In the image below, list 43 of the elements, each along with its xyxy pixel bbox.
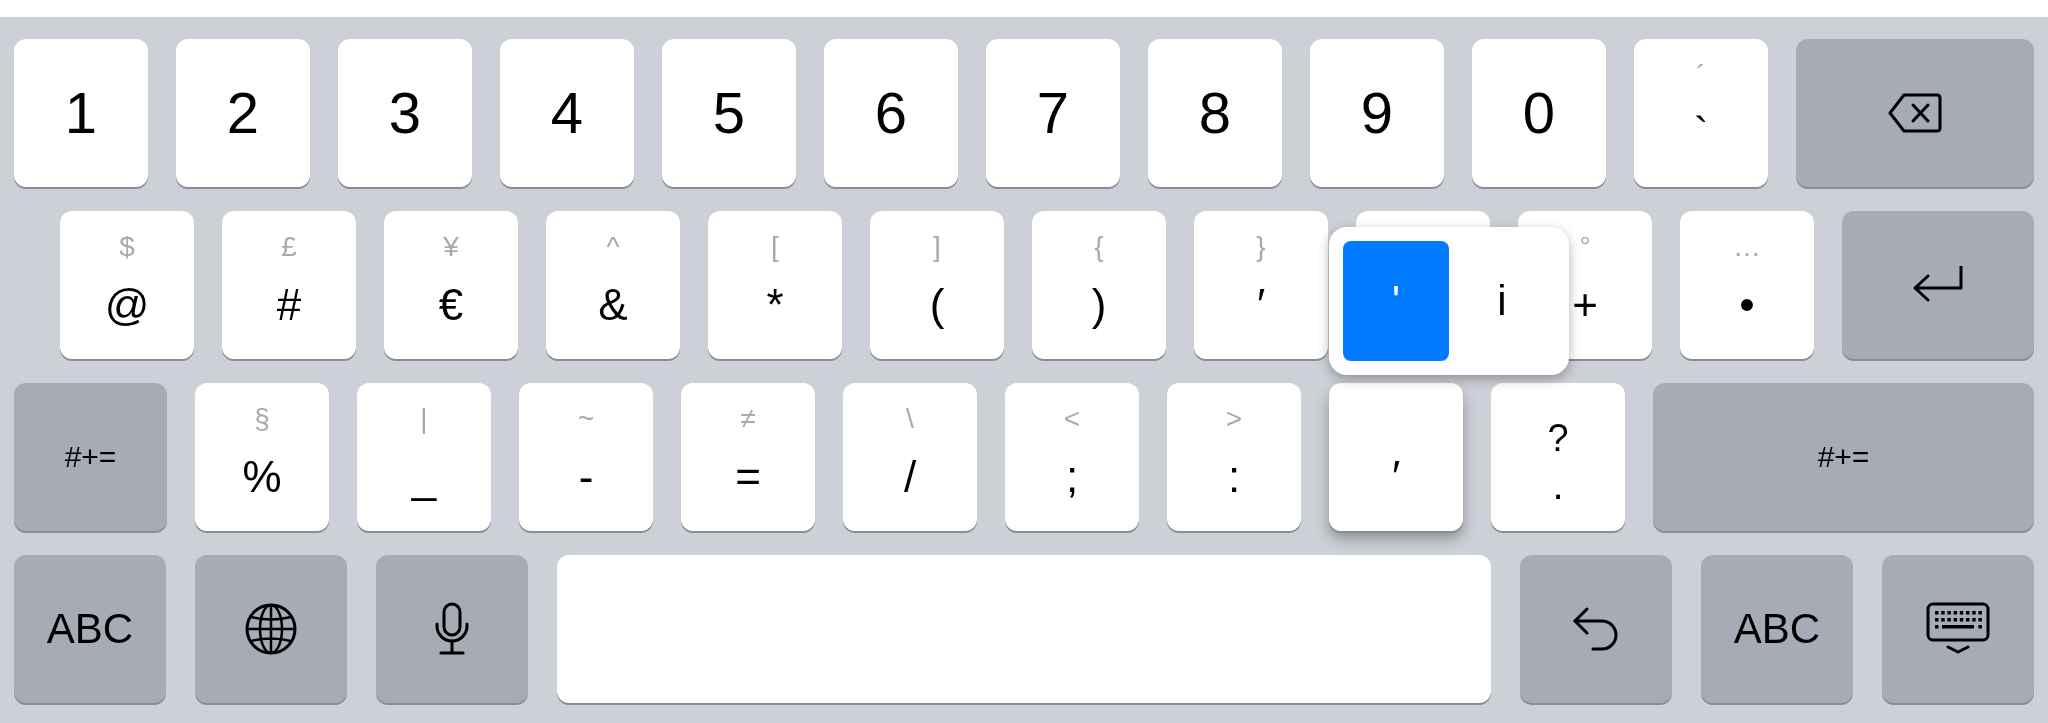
microphone-icon (433, 602, 471, 656)
character-key[interactable]: } ′ (1194, 211, 1328, 359)
hide-keyboard-key[interactable] (1882, 555, 2034, 703)
character-key[interactable]: \ / (843, 383, 977, 531)
character-key[interactable]: ≠ = (681, 383, 815, 531)
character-key[interactable]: 6 (824, 39, 958, 187)
character-key[interactable]: | _ (357, 383, 491, 531)
character-key[interactable]: ~ - (519, 383, 653, 531)
character-key[interactable]: … • (1680, 211, 1814, 359)
character-key[interactable]: 8 (1148, 39, 1282, 187)
character-key[interactable]: [ * (708, 211, 842, 359)
character-key[interactable]: 4 (500, 39, 634, 187)
microphone-key[interactable] (376, 555, 528, 703)
mode-switch-key[interactable]: #+= (1653, 383, 2034, 531)
character-key[interactable]: > : (1167, 383, 1301, 531)
mode-switch-key[interactable]: ABC (14, 555, 166, 703)
character-key[interactable]: £ # (222, 211, 356, 359)
character-key[interactable]: 9 (1310, 39, 1444, 187)
character-key[interactable]: ′ (1329, 383, 1463, 531)
character-key[interactable]: 1 (14, 39, 148, 187)
globe-key[interactable] (195, 555, 347, 703)
character-key[interactable]: ] ( (870, 211, 1004, 359)
undo-key[interactable] (1520, 555, 1672, 703)
character-key[interactable]: ¥ € (384, 211, 518, 359)
character-key[interactable]: 5 (662, 39, 796, 187)
hide-keyboard-icon (1926, 602, 1990, 656)
globe-icon (245, 603, 297, 655)
mode-switch-key[interactable]: #+= (14, 383, 167, 531)
delete-key[interactable] (1796, 39, 2034, 187)
character-key[interactable]: < ; (1005, 383, 1139, 531)
character-key[interactable]: 7 (986, 39, 1120, 187)
character-key[interactable]: ^ & (546, 211, 680, 359)
character-key[interactable]: § % (195, 383, 329, 531)
character-key[interactable]: { ) (1032, 211, 1166, 359)
mode-switch-key[interactable]: ABC (1701, 555, 1853, 703)
character-key[interactable]: 3 (338, 39, 472, 187)
delete-icon (1887, 92, 1943, 134)
character-key[interactable]: 2 (176, 39, 310, 187)
character-key[interactable]: 0 (1472, 39, 1606, 187)
character-key[interactable]: $ @ (60, 211, 194, 359)
character-key[interactable]: ? . (1491, 383, 1625, 531)
character-key[interactable]: ´ ` (1634, 39, 1768, 187)
accent-option[interactable]: ' (1343, 241, 1449, 361)
